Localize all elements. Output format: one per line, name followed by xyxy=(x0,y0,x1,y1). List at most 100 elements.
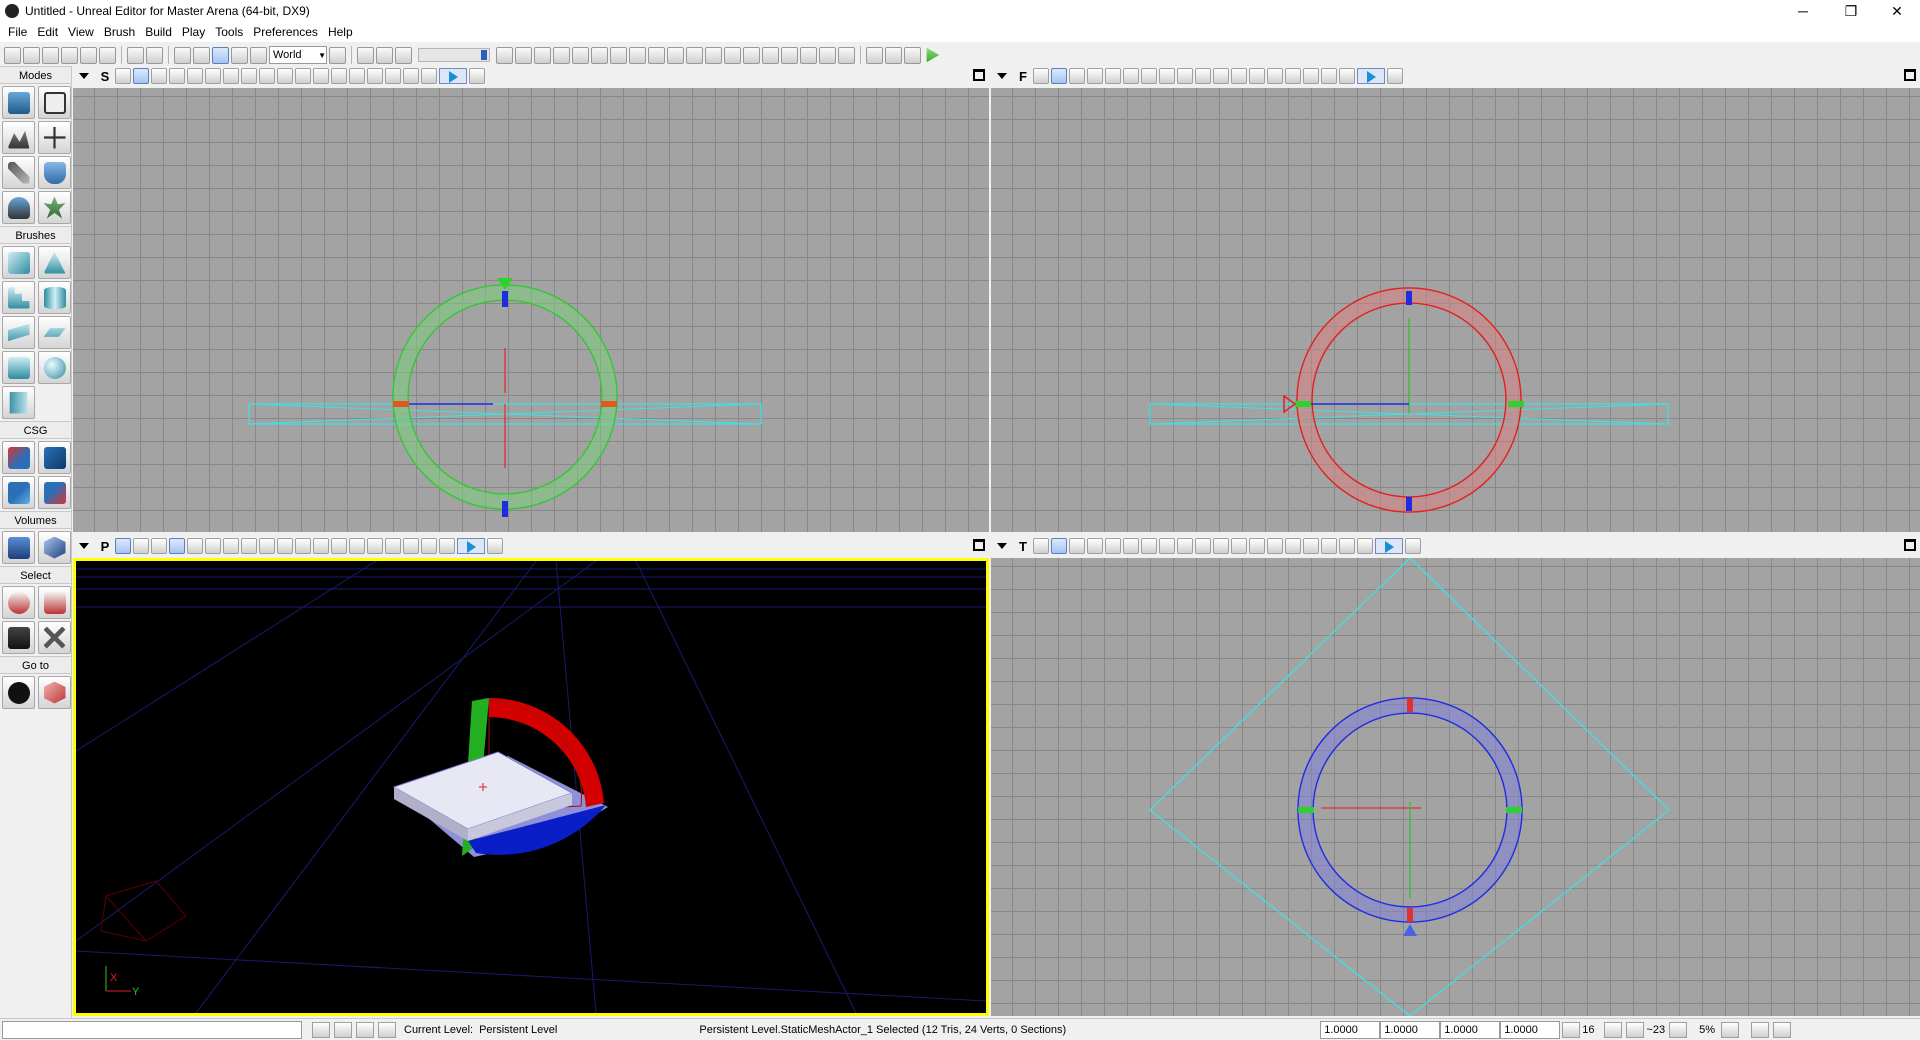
streaming-icon[interactable] xyxy=(1339,538,1355,554)
brush-wireframe-icon[interactable] xyxy=(1051,68,1067,84)
wireframe-icon[interactable] xyxy=(169,538,185,554)
actor-red-icon[interactable] xyxy=(1303,68,1319,84)
drag-scale-y[interactable]: 1.0000 xyxy=(1380,1020,1441,1039)
light-complexity-icon[interactable] xyxy=(241,68,257,84)
lock-icon[interactable] xyxy=(349,538,365,554)
maximize-viewport-icon[interactable] xyxy=(1904,69,1916,81)
shield-icon[interactable] xyxy=(686,46,703,64)
select-icon[interactable] xyxy=(174,46,191,64)
add-volume-button[interactable] xyxy=(2,531,35,564)
realtime-play-icon[interactable] xyxy=(1375,538,1403,554)
actor-icon[interactable] xyxy=(1285,68,1301,84)
select-invert-button[interactable] xyxy=(2,621,35,654)
perspective-icon[interactable] xyxy=(115,68,131,84)
menu-preferences[interactable]: Preferences xyxy=(248,25,323,39)
viewport-type-label[interactable]: F xyxy=(1015,69,1031,84)
viewport-options-arrow[interactable] xyxy=(79,73,89,79)
streaming-icon[interactable] xyxy=(1321,68,1337,84)
texture-density-icon[interactable] xyxy=(1195,538,1211,554)
grid-checkbox-icon[interactable] xyxy=(1604,1021,1623,1038)
terrain-mode-button[interactable] xyxy=(2,121,35,154)
actor-red-icon[interactable] xyxy=(385,68,401,84)
redo-icon[interactable] xyxy=(146,46,163,64)
menu-help[interactable]: Help xyxy=(323,25,358,39)
save-all-icon[interactable] xyxy=(80,46,97,64)
game-view-icon[interactable] xyxy=(1249,538,1265,554)
viewport-options-arrow[interactable] xyxy=(79,543,89,549)
detail-lighting-icon[interactable] xyxy=(223,538,239,554)
sheet-brush-button[interactable] xyxy=(38,316,71,349)
save-current-icon[interactable] xyxy=(99,46,116,64)
unlit-icon[interactable] xyxy=(169,68,185,84)
build-toggle-icon[interactable] xyxy=(629,46,646,64)
move-mode-button[interactable] xyxy=(38,121,71,154)
level-icon[interactable] xyxy=(334,1021,352,1038)
viewport-front[interactable]: F xyxy=(991,66,1920,532)
scale-checkbox-icon[interactable] xyxy=(1721,1021,1740,1038)
viewport-top[interactable]: T xyxy=(991,536,1920,1016)
csg-add-button[interactable] xyxy=(2,441,35,474)
volume-options-button[interactable] xyxy=(38,531,71,564)
menu-edit[interactable]: Edit xyxy=(32,25,63,39)
actor-icon[interactable] xyxy=(367,68,383,84)
build-paths-icon[interactable] xyxy=(553,46,570,64)
lightmap-density-icon[interactable] xyxy=(1231,538,1247,554)
menu-brush[interactable]: Brush xyxy=(99,25,140,39)
streaming-icon[interactable] xyxy=(403,68,419,84)
play-in-editor-icon[interactable] xyxy=(926,47,940,63)
menu-build[interactable]: Build xyxy=(140,25,177,39)
cone-brush-button[interactable] xyxy=(38,246,71,279)
landscape-mode-button[interactable] xyxy=(2,191,35,224)
kill-icon[interactable] xyxy=(312,1021,330,1038)
frame-icon[interactable] xyxy=(1339,68,1355,84)
linear-stairs-button[interactable] xyxy=(2,316,35,349)
shader-complexity-icon[interactable] xyxy=(1195,68,1211,84)
drag-grid-slider[interactable] xyxy=(418,48,490,62)
actor-person-icon[interactable] xyxy=(1033,538,1049,554)
realtime-play-icon[interactable] xyxy=(457,538,485,554)
mesh-paint-button[interactable] xyxy=(38,156,71,189)
wireframe-icon[interactable] xyxy=(1087,538,1103,554)
lighting-icon[interactable] xyxy=(667,46,684,64)
drag-scale-z[interactable]: 1.0000 xyxy=(1440,1020,1501,1039)
game-view-icon[interactable] xyxy=(331,538,347,554)
foliage-mode-button[interactable] xyxy=(38,191,71,224)
eye-icon[interactable] xyxy=(367,538,383,554)
actor-person-icon[interactable] xyxy=(115,538,131,554)
translate-icon[interactable] xyxy=(193,46,210,64)
viewport-options-arrow[interactable] xyxy=(997,543,1007,549)
camera-sync-icon[interactable] xyxy=(1387,68,1403,84)
lock-icon[interactable] xyxy=(1249,68,1265,84)
viewport-canvas-top[interactable] xyxy=(991,558,1920,1016)
tool-c-icon[interactable] xyxy=(762,46,779,64)
eye-icon[interactable] xyxy=(349,68,365,84)
realtime-play-icon[interactable] xyxy=(439,68,467,84)
scale-nonuniform-icon[interactable] xyxy=(250,46,267,64)
actor-icon[interactable] xyxy=(1303,538,1319,554)
view-options-icon[interactable] xyxy=(1773,1021,1792,1038)
cylinder-brush-button[interactable] xyxy=(38,281,71,314)
texture-density-icon[interactable] xyxy=(1177,68,1193,84)
geometry-mode-button[interactable] xyxy=(38,86,71,119)
viewport-canvas-front[interactable] xyxy=(991,88,1920,532)
rotate-icon[interactable] xyxy=(212,46,229,64)
shader-complexity-icon[interactable] xyxy=(277,68,293,84)
frame-icon[interactable] xyxy=(421,68,437,84)
coordinate-system-select[interactable]: World ▼ xyxy=(269,46,327,64)
goto-actor-button[interactable] xyxy=(2,676,35,709)
realtime-play-icon[interactable] xyxy=(1357,68,1385,84)
perspective-icon[interactable] xyxy=(1033,68,1049,84)
kismet-k-icon[interactable] xyxy=(904,46,921,64)
actor-red-icon[interactable] xyxy=(403,538,419,554)
viewport-canvas-side[interactable] xyxy=(73,88,989,532)
light-complexity-icon[interactable] xyxy=(259,538,275,554)
lit-icon[interactable] xyxy=(187,68,203,84)
game-view-icon[interactable] xyxy=(1231,68,1247,84)
new-file-icon[interactable] xyxy=(4,46,21,64)
streaming-level-icon[interactable] xyxy=(356,1021,374,1038)
cube-icon[interactable] xyxy=(496,46,513,64)
shader-complexity-icon[interactable] xyxy=(1213,538,1229,554)
frame-icon[interactable] xyxy=(1357,538,1373,554)
tool-d-icon[interactable] xyxy=(781,46,798,64)
frame-icon[interactable] xyxy=(439,538,455,554)
